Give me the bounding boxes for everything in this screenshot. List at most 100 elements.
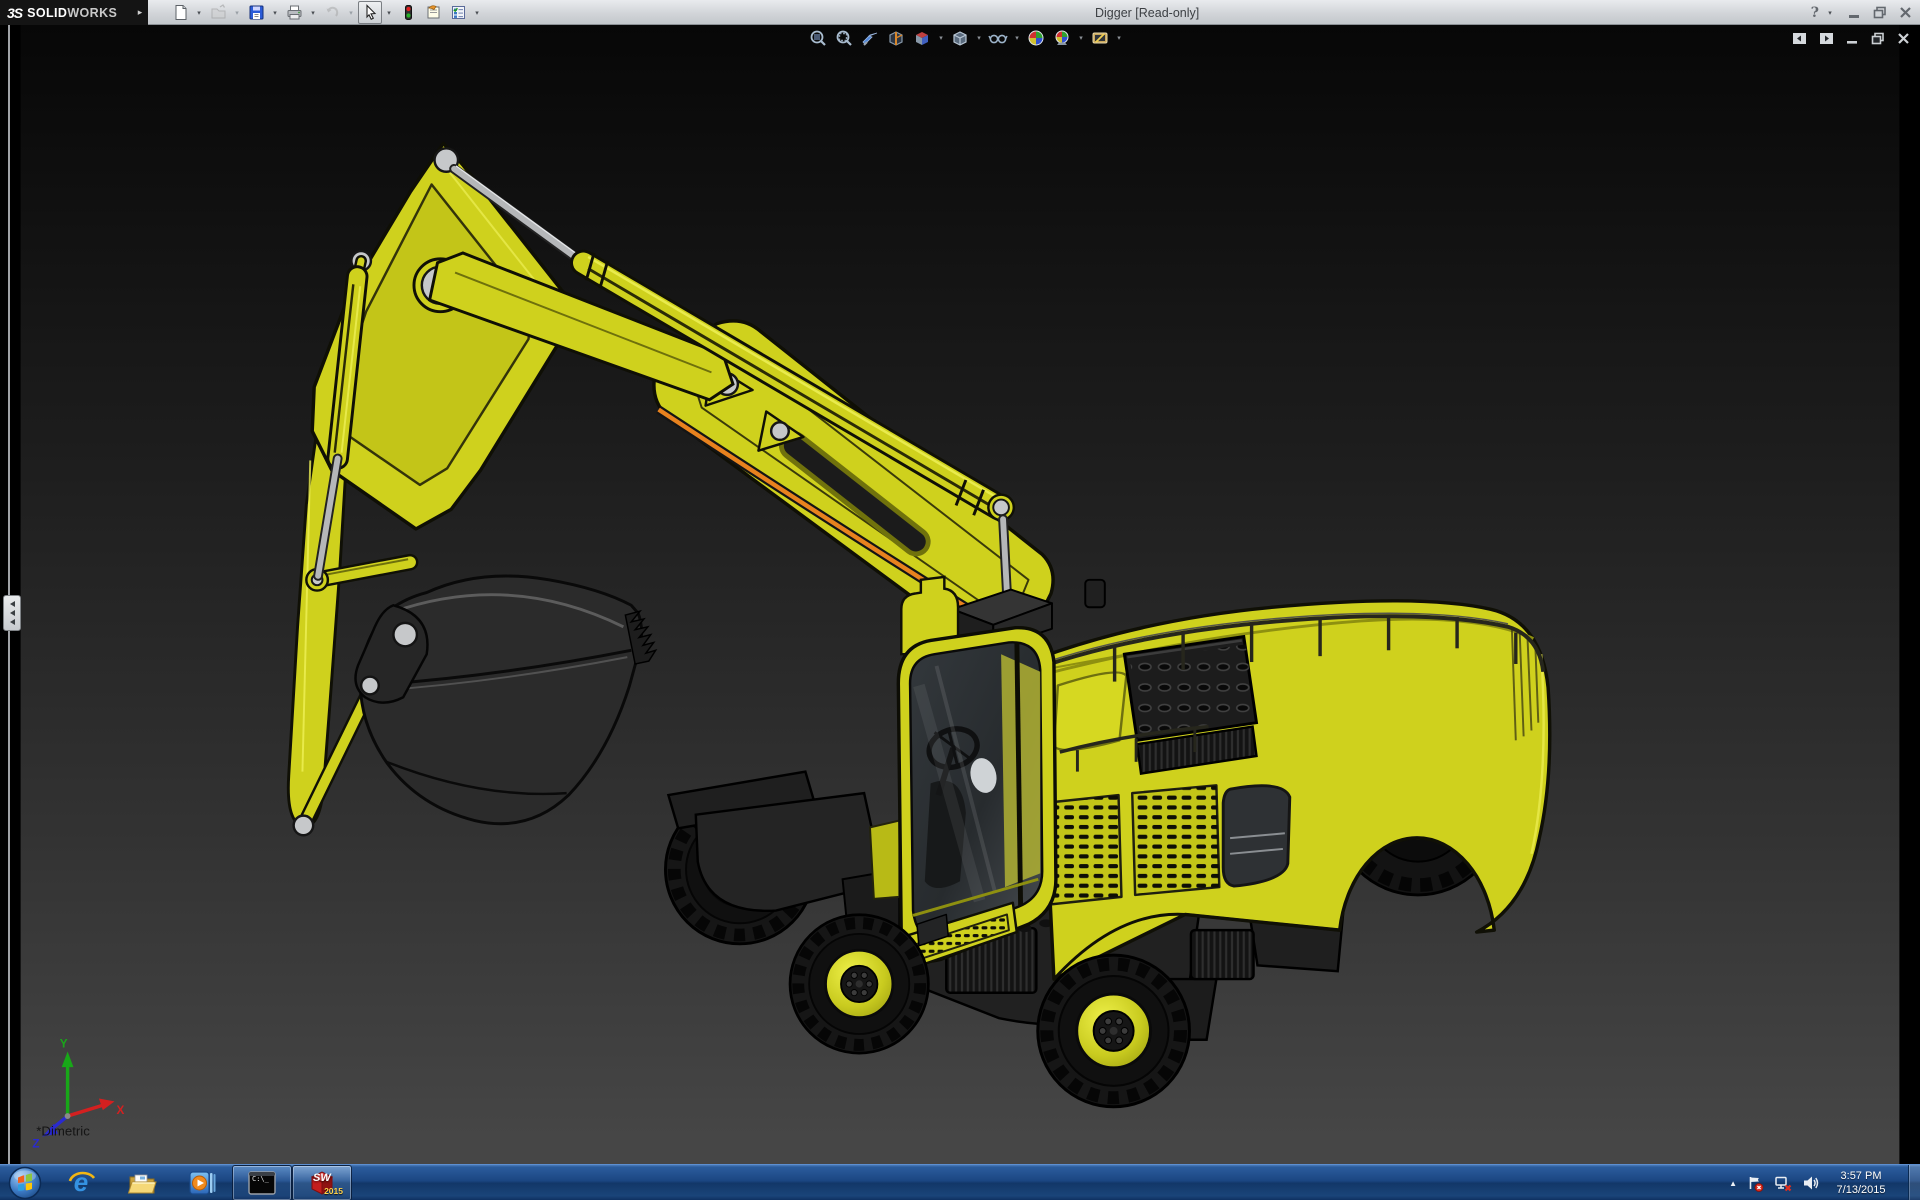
title-bar: 3S SOLID WORKS ▸ ▾ ▾ ▾ ▾ ▾ ▾ ▾ Digger [R… [0, 0, 1920, 25]
open-dropdown[interactable]: ▾ [231, 1, 243, 24]
solidworks-logo-mark: 3S [7, 4, 23, 21]
restore-icon [1871, 32, 1884, 44]
windows-start-orb-icon [8, 1166, 42, 1200]
taskbar-items: e C:\_ SW 2015 [52, 1165, 352, 1200]
app-window-controls: ? ▾ [1811, 0, 1912, 25]
view-orientation-button[interactable] [910, 28, 934, 48]
rebuild-button[interactable] [396, 1, 420, 24]
apply-scene-ball-icon [1055, 30, 1069, 45]
print-button[interactable] [282, 1, 306, 24]
previous-view-button[interactable] [858, 28, 882, 48]
restore-document-button[interactable] [1871, 32, 1885, 45]
main-toolbar: ▾ ▾ ▾ ▾ ▾ ▾ ▾ [168, 0, 483, 25]
taskbar-internet-explorer[interactable]: e [52, 1165, 112, 1200]
previous-view-icon [862, 32, 878, 46]
hide-show-items-dropdown[interactable]: ▾ [1012, 28, 1022, 48]
display-style-dropdown[interactable]: ▾ [974, 28, 984, 48]
app-minimize-button[interactable] [1848, 6, 1861, 19]
graphics-viewport[interactable]: Y X Z *Dimetric ▾ ▾ ▾ ▾ ▾ [0, 25, 1920, 1164]
view-orientation-dropdown[interactable]: ▾ [936, 28, 946, 48]
taskbar-command-prompt[interactable]: C:\_ [232, 1165, 292, 1200]
brand-text-works: WORKS [67, 5, 118, 20]
taskbar-media-player[interactable] [172, 1165, 232, 1200]
collapse-arrow-icon [9, 619, 15, 625]
undo-dropdown[interactable]: ▾ [345, 1, 357, 24]
help-dropdown[interactable]: ▾ [1824, 1, 1836, 24]
command-prompt-label: C:\_ [252, 1175, 269, 1183]
save-dropdown[interactable]: ▾ [269, 1, 281, 24]
view-orientation-cube-icon [916, 32, 928, 45]
start-button[interactable] [8, 1166, 42, 1200]
clock-time: 3:57 PM [1840, 1169, 1882, 1182]
select-dropdown[interactable]: ▾ [383, 1, 395, 24]
apply-scene-button[interactable] [1050, 28, 1074, 48]
collapse-arrow-icon [9, 601, 15, 607]
printer-icon [287, 5, 301, 20]
taskbar-windows-explorer[interactable] [112, 1165, 172, 1200]
show-desktop-button[interactable] [1908, 1165, 1920, 1200]
clock-date: 7/13/2015 [1836, 1184, 1886, 1196]
view-settings-button[interactable] [1088, 28, 1112, 48]
hide-show-items-button[interactable] [986, 28, 1010, 48]
select-cursor-icon [365, 4, 376, 21]
print-dropdown[interactable]: ▾ [307, 1, 319, 24]
window-title: Digger [Read-only] [1095, 5, 1200, 20]
solidworks-window: 3S SOLID WORKS ▸ ▾ ▾ ▾ ▾ ▾ ▾ ▾ Digger [R… [0, 0, 1920, 1200]
wheel-front-right [1038, 955, 1190, 1107]
orientation-label: *Dimetric [36, 1124, 90, 1139]
new-document-dropdown[interactable]: ▾ [193, 1, 205, 24]
minimize-document-button[interactable] [1846, 32, 1859, 45]
file-properties-icon [427, 5, 439, 19]
app-restore-button[interactable] [1873, 6, 1887, 19]
excavator-model-scene[interactable]: Y X Z *Dimetric [0, 25, 1920, 1164]
taskbar-solidworks-2015[interactable]: SW 2015 [292, 1165, 352, 1200]
undo-button[interactable] [320, 1, 344, 24]
volume-icon[interactable] [1802, 1175, 1820, 1191]
action-center-flag-icon[interactable] [1747, 1175, 1764, 1192]
edit-appearance-button[interactable] [1024, 28, 1048, 48]
toggle-left-pane-button[interactable] [1792, 32, 1807, 45]
folder-icon [127, 1174, 157, 1194]
pane-right-icon [1820, 32, 1833, 44]
menu-flyout-button[interactable]: ▸ [132, 0, 148, 25]
zoom-to-fit-button[interactable] [806, 28, 830, 48]
save-button[interactable] [244, 1, 268, 24]
eyeglasses-icon [988, 34, 1008, 44]
taskbar-clock[interactable]: 3:57 PM 7/13/2015 [1826, 1165, 1896, 1200]
options-checklist-icon [451, 6, 465, 19]
options-dropdown[interactable]: ▾ [471, 1, 483, 24]
new-document-button[interactable] [168, 1, 192, 24]
file-properties-button[interactable] [421, 1, 445, 24]
select-button[interactable] [358, 1, 382, 24]
heads-up-view-toolbar: ▾ ▾ ▾ ▾ ▾ [806, 27, 1124, 49]
open-button[interactable] [206, 1, 230, 24]
appearance-ball-icon [1028, 30, 1044, 46]
document-window-controls [1792, 29, 1910, 47]
triad-x-label: X [117, 1104, 125, 1117]
section-view-button[interactable] [884, 28, 908, 48]
undo-arrow-icon [326, 6, 338, 17]
options-button[interactable] [446, 1, 470, 24]
apply-scene-dropdown[interactable]: ▾ [1076, 28, 1086, 48]
toggle-right-pane-button[interactable] [1819, 32, 1834, 45]
solidworks-logo: 3S SOLID WORKS [0, 0, 148, 25]
zoom-to-area-icon [836, 30, 852, 46]
app-close-button[interactable] [1899, 6, 1912, 19]
wheel-front-left [790, 915, 928, 1053]
minimize-icon [1847, 40, 1857, 44]
close-document-button[interactable] [1897, 32, 1910, 45]
show-hidden-icons-button[interactable]: ▲ [1729, 1179, 1737, 1188]
display-style-button[interactable] [948, 28, 972, 48]
triad-z-label: Z [32, 1137, 39, 1150]
collapse-arrow-icon [9, 610, 15, 616]
network-disconnected-icon[interactable] [1774, 1175, 1792, 1192]
open-folder-icon [211, 4, 225, 19]
help-button[interactable]: ? [1811, 5, 1819, 21]
view-settings-dropdown[interactable]: ▾ [1114, 28, 1124, 48]
zoom-to-area-button[interactable] [832, 28, 856, 48]
feature-panel-expand-tab[interactable] [3, 595, 21, 631]
view-settings-icon [1092, 32, 1108, 44]
rebuild-traffic-light-icon [404, 5, 412, 20]
new-document-icon [175, 5, 186, 20]
zoom-to-fit-icon [810, 30, 826, 46]
